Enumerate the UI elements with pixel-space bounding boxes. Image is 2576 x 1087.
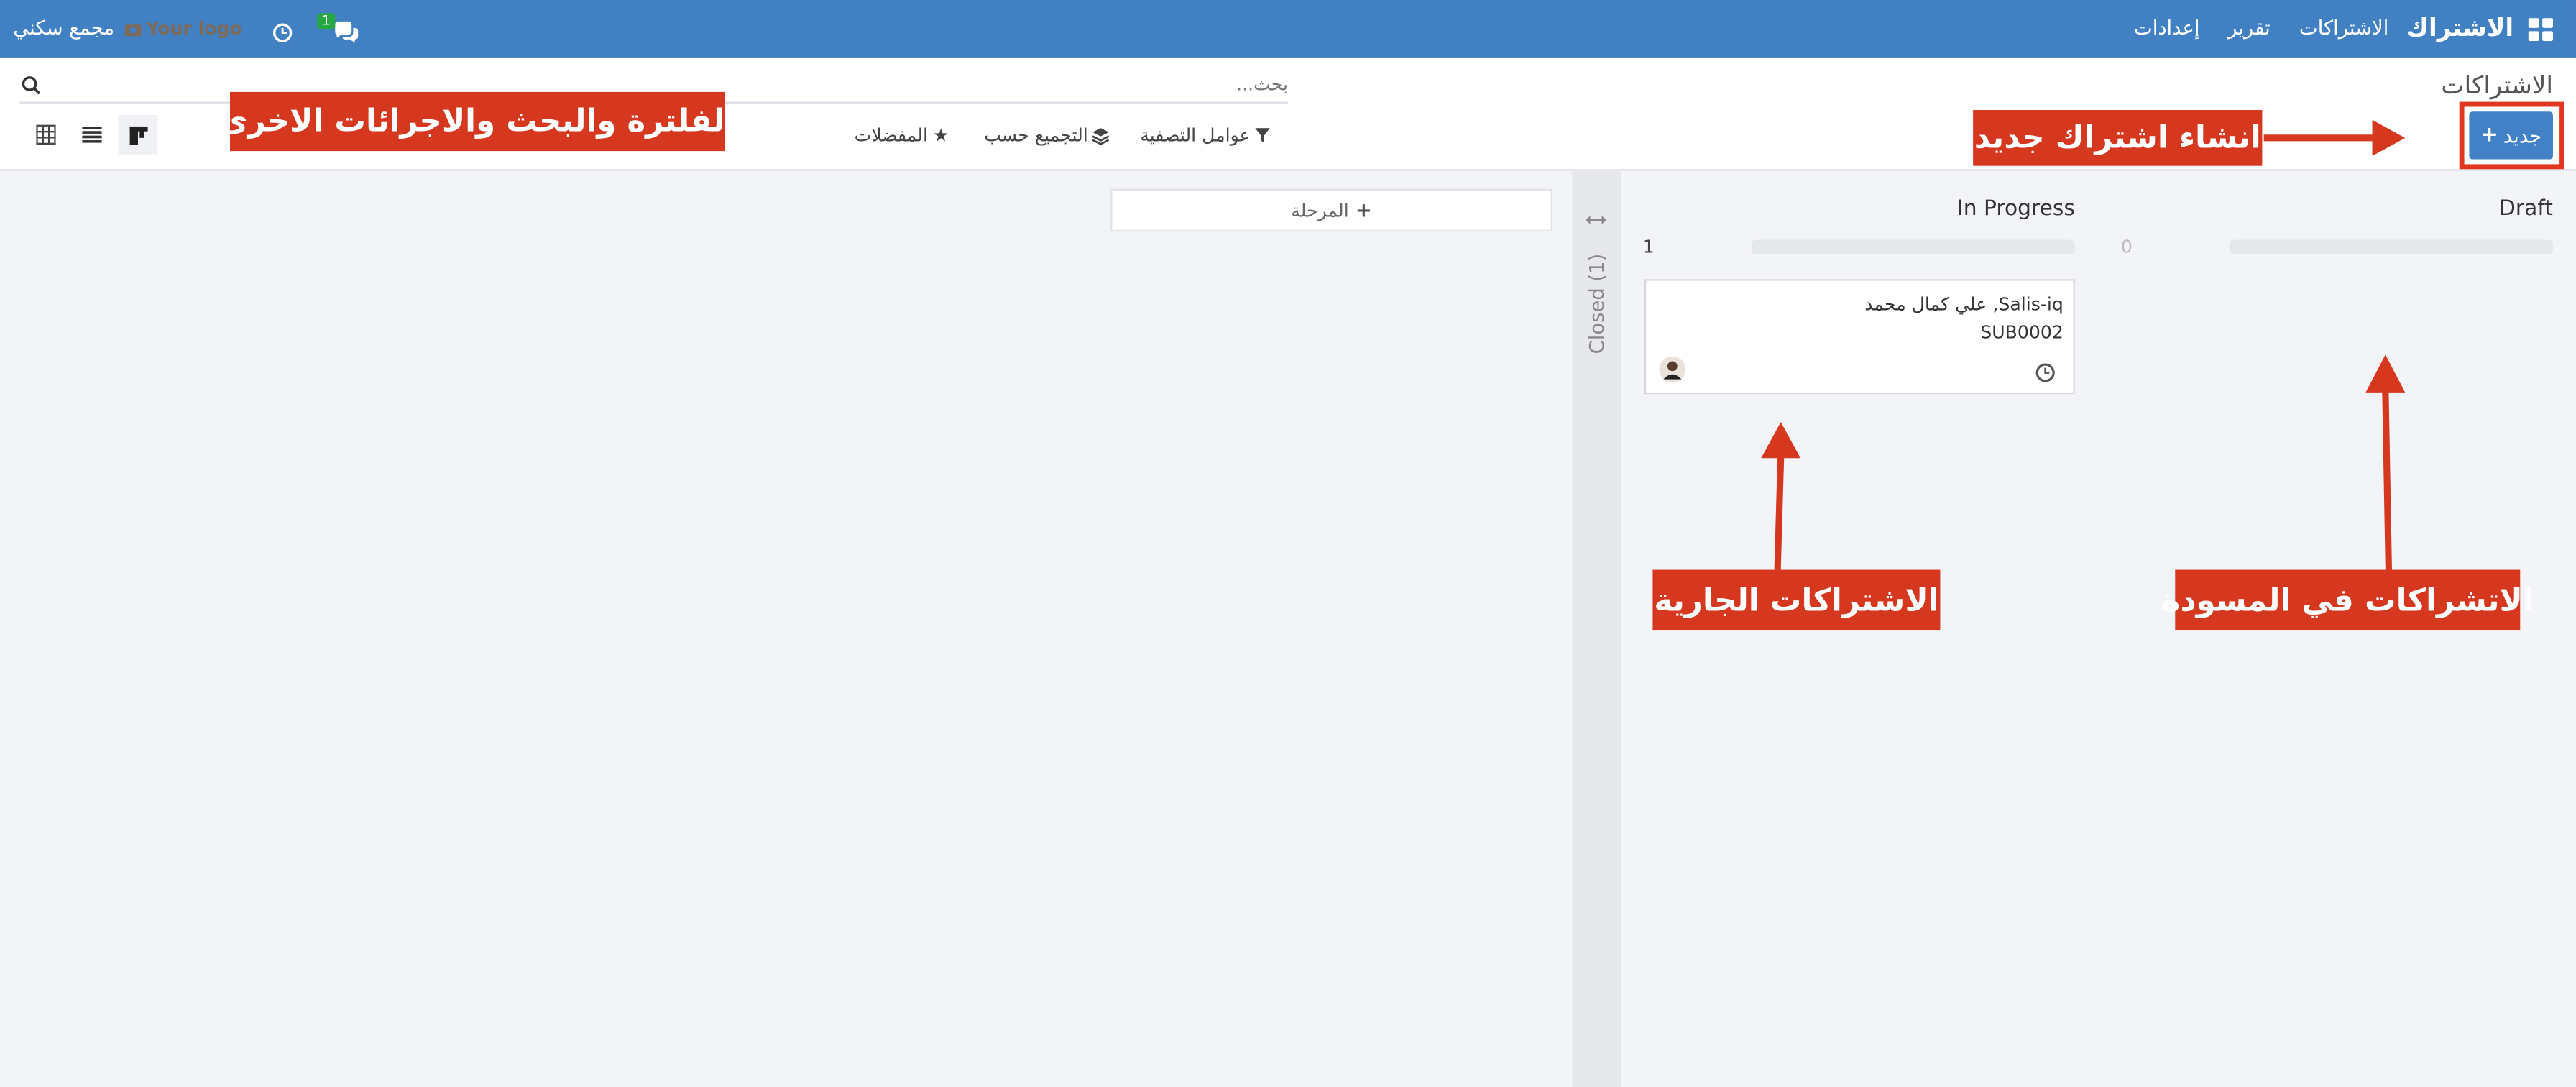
arrow-head-in-progress	[1761, 421, 1801, 459]
arrow-to-in-progress	[1774, 456, 1785, 570]
arrow-head-create	[2372, 119, 2406, 156]
annotation-arrows	[1761, 119, 2406, 570]
arrow-to-draft	[2382, 390, 2392, 570]
arrow-head-draft	[2365, 354, 2406, 393]
